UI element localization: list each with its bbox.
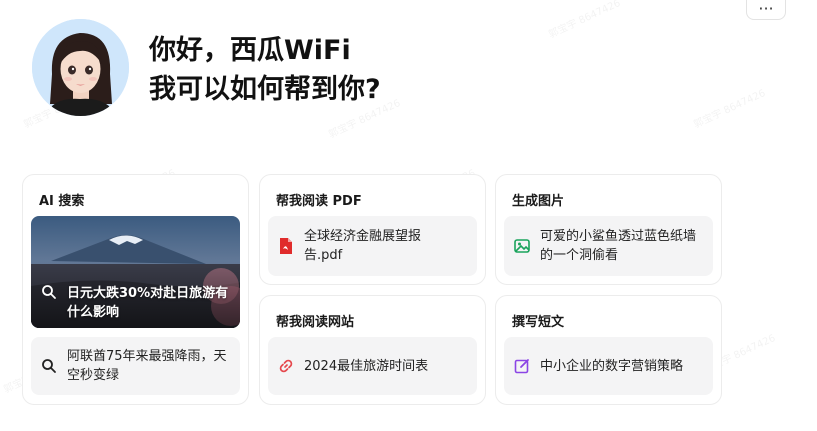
greeting-subtitle: 我可以如何帮到你?	[149, 74, 381, 105]
write-suggestion-item[interactable]: 中小企业的数字营销策略	[504, 337, 713, 395]
image-suggestion-item[interactable]: 可爱的小鲨鱼透过蓝色纸墙的一个洞偷看	[504, 216, 713, 276]
watermark: 郭宝宇 8647426	[692, 87, 768, 131]
greeting-title: 你好，西瓜WiFi	[149, 35, 351, 66]
search-icon	[41, 285, 57, 311]
website-suggestion-text: 2024最佳旅游时间表	[304, 358, 429, 374]
write-suggestion-text: 中小企业的数字营销策略	[540, 358, 684, 374]
pdf-suggestion-text: 全球经济金融展望报告.pdf	[304, 229, 422, 263]
card-title: 生成图片	[512, 194, 565, 209]
featured-search-item[interactable]: 日元大跌30%对赴日旅游有什么影响	[31, 216, 240, 328]
greeting: 你好，西瓜WiFi 我可以如何帮到你?	[149, 31, 381, 109]
search-suggestion-item[interactable]: 阿联酋75年来最强降雨，天空秒变绿	[31, 337, 240, 395]
link-icon	[278, 358, 294, 374]
watermark: 郭宝宇 8647426	[547, 0, 623, 41]
card-title: 帮我阅读网站	[276, 315, 355, 330]
ai-search-card: AI 搜索 日元大跌30%对赴日旅游有什么影响 阿联酋75年来最强降雨，天空秒变…	[22, 174, 249, 405]
website-suggestion-item[interactable]: 2024最佳旅游时间表	[268, 337, 477, 395]
featured-search-text: 日元大跌30%对赴日旅游有什么影响	[67, 286, 229, 320]
card-title: AI 搜索	[39, 194, 85, 209]
card-title: 撰写短文	[512, 315, 565, 330]
search-icon	[41, 358, 57, 374]
generate-image-card: 生成图片 可爱的小鲨鱼透过蓝色纸墙的一个洞偷看	[495, 174, 722, 285]
read-website-card: 帮我阅读网站 2024最佳旅游时间表	[259, 295, 486, 405]
write-short-card: 撰写短文 中小企业的数字营销策略	[495, 295, 722, 405]
search-suggestion-text: 阿联酋75年来最强降雨，天空秒变绿	[67, 349, 227, 383]
card-title: 帮我阅读 PDF	[276, 194, 362, 209]
image-suggestion-text: 可爱的小鲨鱼透过蓝色纸墙的一个洞偷看	[540, 229, 697, 263]
read-pdf-card: 帮我阅读 PDF 全球经济金融展望报告.pdf	[259, 174, 486, 285]
more-options-button[interactable]: ···	[746, 0, 786, 20]
pdf-icon	[278, 238, 294, 254]
avatar	[32, 19, 129, 116]
featured-search-row: 日元大跌30%对赴日旅游有什么影响	[41, 284, 229, 322]
more-icon: ···	[758, 0, 774, 18]
edit-icon	[514, 358, 530, 374]
image-icon	[514, 238, 530, 254]
pdf-suggestion-item[interactable]: 全球经济金融展望报告.pdf	[268, 216, 477, 276]
